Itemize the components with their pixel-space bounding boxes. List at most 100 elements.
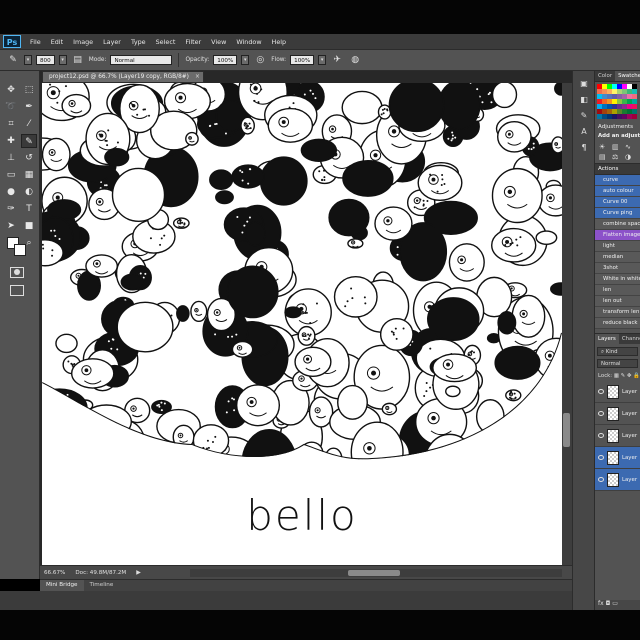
hue-saturation-icon[interactable]: ▤ — [599, 153, 610, 161]
path-selection-tool-icon[interactable]: ➤ — [3, 219, 19, 233]
action-item[interactable]: light — [595, 241, 640, 252]
lasso-tool-icon[interactable]: ➰ — [3, 100, 19, 114]
quick-select-tool-icon[interactable]: ✒ — [21, 100, 37, 114]
background-color-swatch[interactable] — [14, 244, 26, 256]
color-balance-icon[interactable]: ⚖ — [612, 153, 623, 161]
healing-brush-tool-icon[interactable]: ✚ — [3, 134, 19, 148]
actions-panel-title[interactable]: Actions — [595, 163, 640, 175]
fx-icon[interactable]: fx — [598, 600, 604, 607]
paragraph-panel-icon[interactable]: ¶ — [578, 143, 590, 153]
eye-icon[interactable] — [598, 411, 604, 416]
vertical-scroll-thumb[interactable] — [563, 413, 570, 447]
pressure-opacity-icon[interactable]: ◎ — [253, 53, 267, 67]
action-item[interactable]: transform len — [595, 307, 640, 318]
action-item[interactable]: combine spac — [595, 219, 640, 230]
tab-channels[interactable]: Channels — [619, 334, 640, 344]
menu-help[interactable]: Help — [267, 38, 292, 46]
curves-icon[interactable]: ∿ — [625, 143, 636, 151]
gradient-tool-icon[interactable]: ▦ — [21, 168, 37, 182]
tab-timeline[interactable]: Timeline — [84, 580, 120, 591]
dodge-tool-icon[interactable]: ◐ — [21, 185, 37, 199]
tab-mini-bridge[interactable]: Mini Bridge — [40, 580, 84, 591]
menu-file[interactable]: File — [25, 38, 46, 46]
layer-row[interactable]: Layer — [595, 447, 640, 469]
marquee-tool-icon[interactable]: ⬚ — [21, 83, 37, 97]
tab-color[interactable]: Color — [595, 71, 615, 81]
properties-panel-icon[interactable]: ◧ — [578, 95, 590, 105]
brush-size-field[interactable]: 800 — [36, 55, 55, 65]
brush-panel-icon[interactable]: ✎ — [578, 111, 590, 121]
eye-icon[interactable] — [598, 433, 604, 438]
adjustments-panel-title[interactable]: Adjustments — [595, 121, 640, 131]
action-item[interactable]: median — [595, 252, 640, 263]
action-item[interactable]: curve — [595, 175, 640, 186]
opacity-dropdown[interactable]: ▾ — [241, 55, 250, 65]
menu-select[interactable]: Select — [151, 38, 181, 46]
swatch-55[interactable] — [632, 114, 637, 119]
eye-icon[interactable] — [598, 455, 604, 460]
brush-tool-preset-icon[interactable]: ✎ — [6, 53, 20, 67]
eye-icon[interactable] — [598, 477, 604, 482]
action-item[interactable]: len — [595, 285, 640, 296]
eraser-tool-icon[interactable]: ▭ — [3, 168, 19, 182]
clone-stamp-tool-icon[interactable]: ⊥ — [3, 151, 19, 165]
menu-image[interactable]: Image — [68, 38, 98, 46]
layer-blend-mode[interactable]: Normal — [597, 359, 638, 368]
action-item[interactable]: White in white — [595, 274, 640, 285]
pen-tool-icon[interactable]: ✑ — [3, 202, 19, 216]
flow-dropdown[interactable]: ▾ — [318, 55, 327, 65]
airbrush-icon[interactable]: ✈ — [330, 53, 344, 67]
horizontal-scrollbar[interactable] — [190, 569, 562, 577]
menu-edit[interactable]: Edit — [46, 38, 68, 46]
action-item[interactable]: 3shot — [595, 263, 640, 274]
zoom-level[interactable]: 66.67% — [44, 570, 65, 576]
brush-panel-icon[interactable]: ▤ — [71, 53, 85, 67]
eyedropper-tool-icon[interactable]: ⁄ — [21, 117, 37, 131]
document-tab[interactable]: project12.psd @ 66.7% (Layer19 copy, RGB… — [42, 71, 204, 83]
layer-filter-kind[interactable]: ⌕ Kind — [597, 347, 638, 356]
vertical-scrollbar[interactable] — [562, 83, 572, 565]
type-tool-icon[interactable]: T — [21, 202, 37, 216]
move-tool-icon[interactable]: ✥ — [3, 83, 19, 97]
tab-layers[interactable]: Layers — [595, 334, 619, 344]
horizontal-scroll-thumb[interactable] — [348, 570, 400, 576]
menu-view[interactable]: View — [206, 38, 231, 46]
action-item[interactable]: Flatten image — [595, 230, 640, 241]
screen-mode-icon[interactable] — [10, 285, 24, 296]
action-item[interactable]: Curve ping — [595, 208, 640, 219]
tab-swatches[interactable]: Swatches — [615, 71, 640, 81]
history-panel-icon[interactable]: ▣ — [578, 79, 590, 89]
brush-picker-dropdown[interactable]: ▾ — [58, 55, 67, 65]
pressure-size-icon[interactable]: ◍ — [348, 53, 362, 67]
action-item[interactable]: Curve 00 — [595, 197, 640, 208]
menu-window[interactable]: Window — [231, 38, 266, 46]
black-white-icon[interactable]: ◑ — [625, 153, 636, 161]
brush-tool-icon[interactable]: ✎ — [21, 134, 37, 148]
flow-field[interactable]: 100% — [290, 55, 315, 65]
menu-type[interactable]: Type — [126, 38, 151, 46]
mode-select[interactable]: Normal — [110, 55, 173, 65]
levels-icon[interactable]: ▥ — [612, 143, 623, 151]
action-item[interactable]: auto colour — [595, 186, 640, 197]
opacity-field[interactable]: 100% — [213, 55, 238, 65]
layer-row[interactable]: Layer — [595, 381, 640, 403]
action-item[interactable]: len out — [595, 296, 640, 307]
layer-row[interactable]: Layer — [595, 469, 640, 491]
eye-icon[interactable] — [598, 389, 604, 394]
close-icon[interactable]: × — [195, 72, 200, 83]
layer-row[interactable]: Layer — [595, 425, 640, 447]
menu-filter[interactable]: Filter — [180, 38, 206, 46]
rectangle-tool-icon[interactable]: ■ — [21, 219, 37, 233]
quick-mask-icon[interactable] — [10, 267, 24, 278]
status-menu-arrow-icon[interactable]: ▶ — [136, 569, 141, 576]
history-brush-tool-icon[interactable]: ↺ — [21, 151, 37, 165]
brightness-icon[interactable]: ☀ — [599, 143, 610, 151]
crop-tool-icon[interactable]: ⌗ — [3, 117, 19, 131]
action-item[interactable]: reduce black — [595, 318, 640, 329]
tool-preset-dropdown[interactable]: ▾ — [24, 55, 32, 65]
menu-layer[interactable]: Layer — [98, 38, 126, 46]
canvas[interactable]: bello — [42, 83, 562, 565]
layer-row[interactable]: Layer — [595, 403, 640, 425]
blur-tool-icon[interactable]: ● — [3, 185, 19, 199]
character-panel-icon[interactable]: A — [578, 127, 590, 137]
